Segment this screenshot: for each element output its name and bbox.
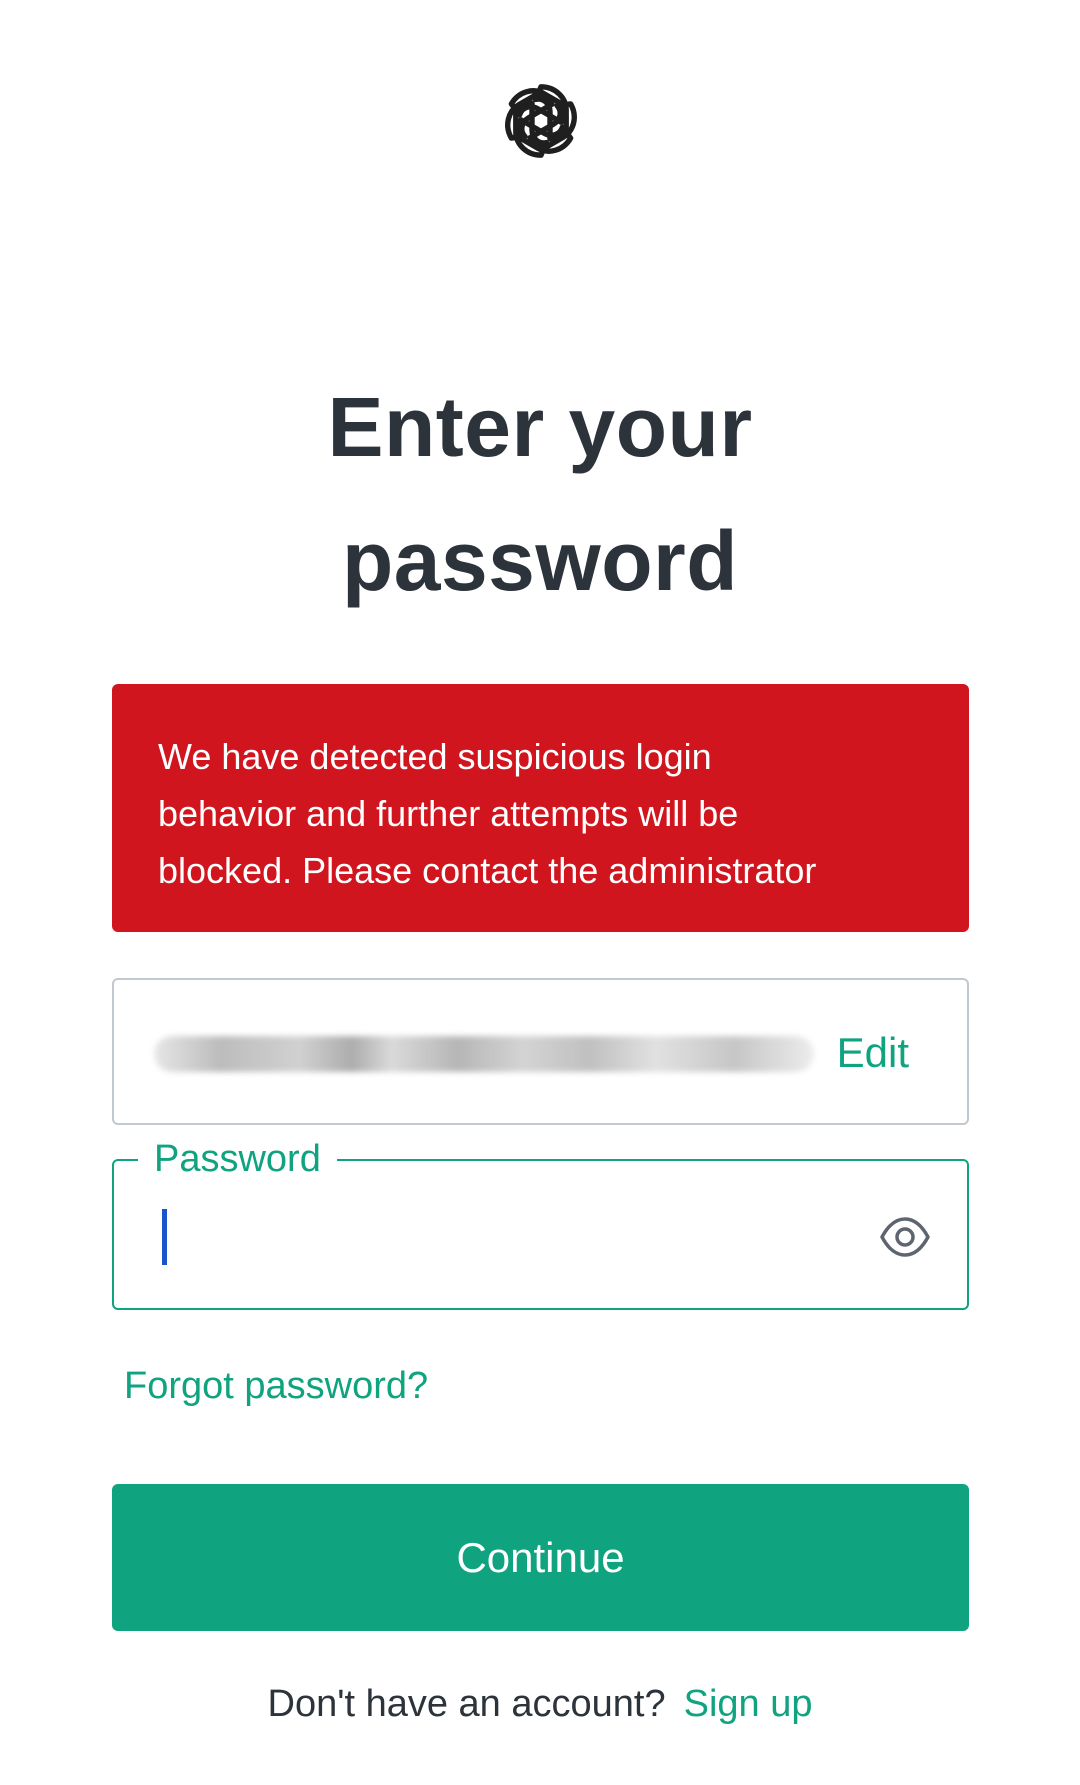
title-line-1: Enter your [327,380,753,474]
alert-line-1: We have detected suspicious login [158,736,712,777]
title-line-2: password [341,514,739,608]
signup-row: Don't have an account? Sign up [0,1678,1080,1730]
text-caret [162,1209,167,1265]
login-page: Enter your password We have detected sus… [0,0,1080,1785]
openai-logo-icon [505,84,577,158]
edit-email-link[interactable]: Edit [837,1026,909,1080]
email-field: Edit [112,978,969,1125]
page-title: Enter your password [0,360,1080,628]
signup-prompt: Don't have an account? [267,1683,666,1725]
continue-button[interactable]: Continue [112,1484,969,1631]
password-field[interactable]: Password [112,1133,969,1310]
password-label: Password [138,1133,337,1185]
alert-line-2: behavior and further attempts will be [158,793,739,834]
signup-link[interactable]: Sign up [684,1683,813,1725]
error-alert: We have detected suspicious login behavi… [112,684,969,932]
eye-icon[interactable] [879,1211,931,1263]
redacted-email [154,1036,814,1072]
alert-line-3: blocked. Please contact the administrato… [158,850,817,891]
forgot-password-link[interactable]: Forgot password? [124,1360,428,1412]
